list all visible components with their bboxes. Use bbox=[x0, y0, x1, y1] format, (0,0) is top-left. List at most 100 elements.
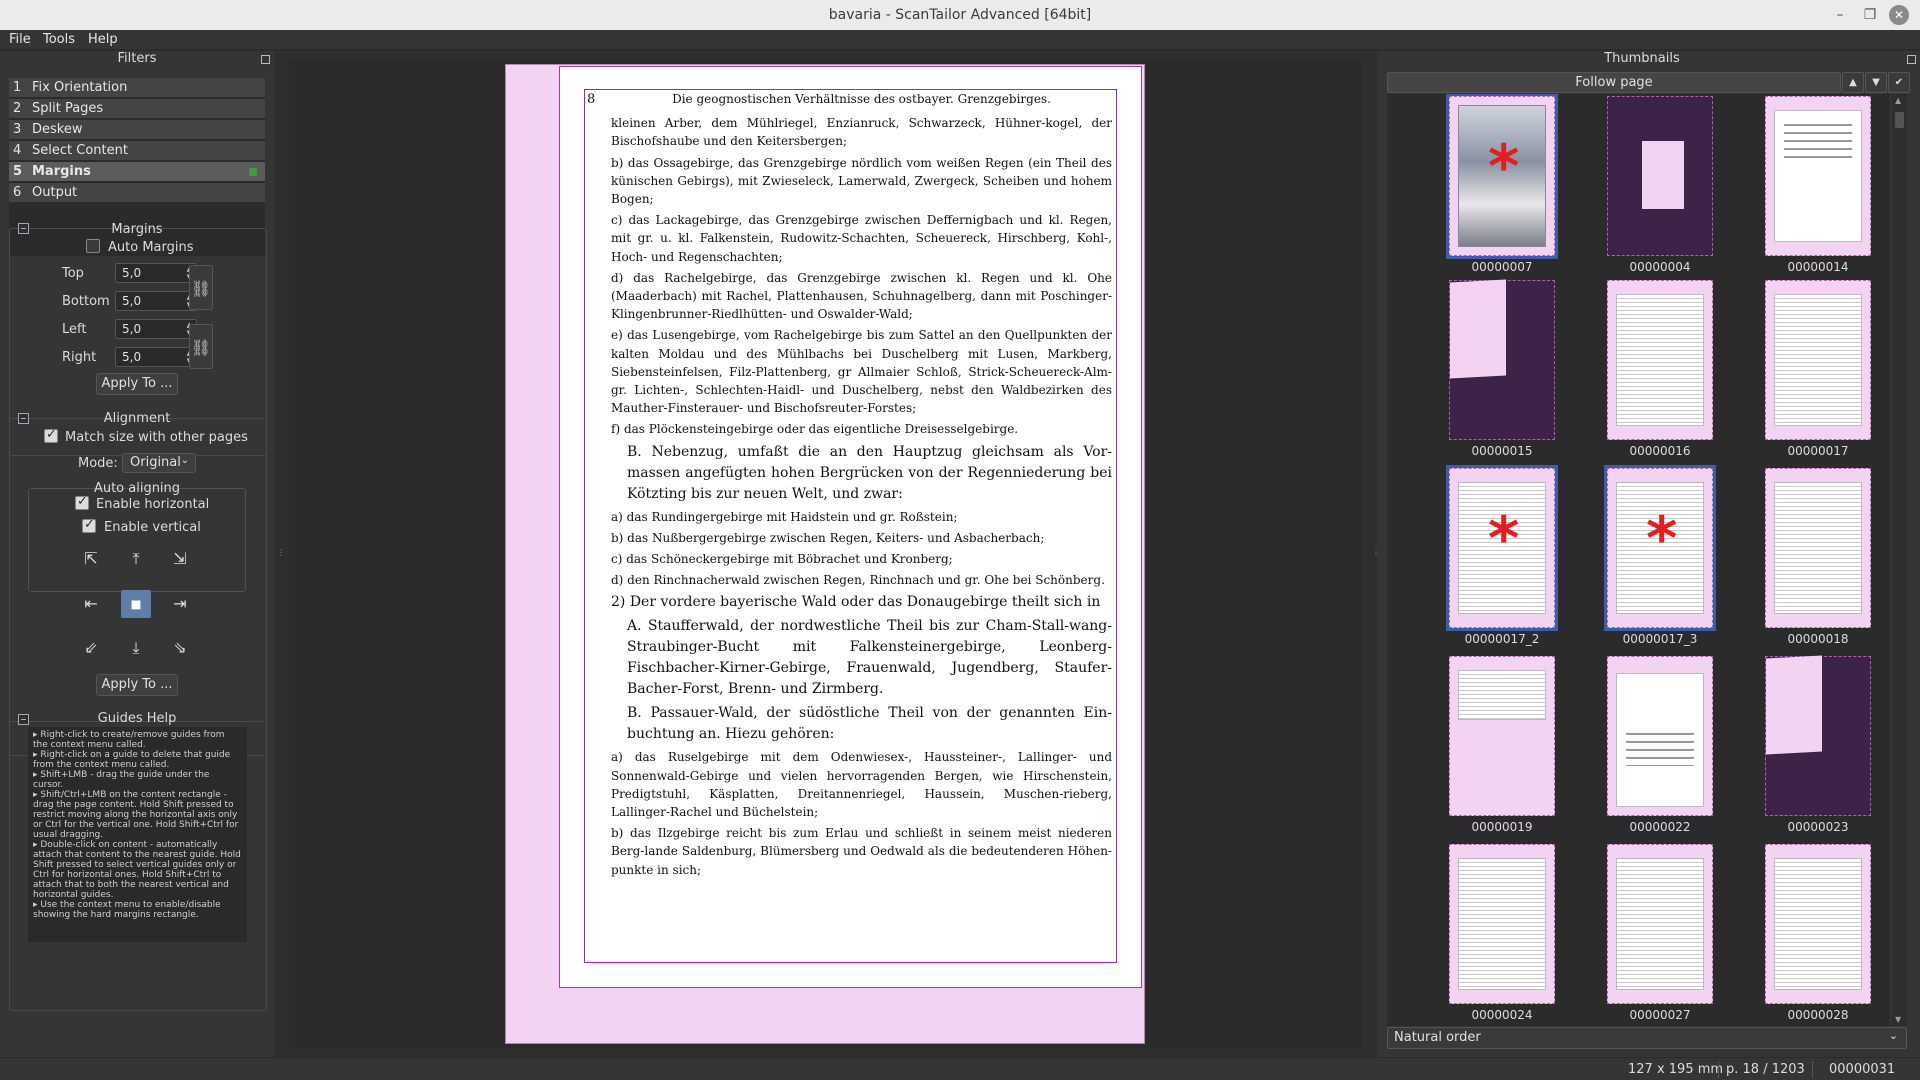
enable-vertical-checkbox[interactable] bbox=[82, 517, 96, 533]
guides-help-title: Guides Help bbox=[97, 711, 177, 726]
thumbnail-image: * bbox=[1604, 465, 1716, 631]
align-top-icon[interactable]: ⤒ bbox=[121, 545, 151, 573]
filter-number: 1 bbox=[13, 80, 22, 95]
link-vertical-margins-icon[interactable]: ⛓ bbox=[189, 265, 213, 310]
menu-help[interactable]: Help bbox=[88, 32, 118, 47]
thumbnail-page-content bbox=[1616, 857, 1704, 991]
thumbnail-scrollbar[interactable]: ▲ ▼ bbox=[1892, 94, 1907, 1026]
thumbnail-label: 00000015 bbox=[1471, 444, 1533, 458]
auto-margins-checkbox[interactable] bbox=[86, 239, 100, 253]
help-item: ▸ Shift/Ctrl+LMB on the content rectangl… bbox=[33, 790, 239, 840]
filter-number: 3 bbox=[13, 122, 22, 137]
thumbnail-page-content bbox=[1774, 109, 1862, 243]
filter-item-output[interactable]: 6 Output bbox=[9, 183, 265, 203]
thumbnail-00000022[interactable]: 00000022 bbox=[1585, 656, 1735, 836]
enable-horizontal-label: Enable horizontal bbox=[96, 497, 210, 512]
thumbnail-page-content bbox=[1616, 672, 1704, 808]
follow-page-button[interactable]: Follow page bbox=[1387, 72, 1841, 93]
thumbnail-image bbox=[1607, 656, 1713, 816]
checkmark-icon[interactable]: ✔ bbox=[1888, 72, 1910, 93]
left-margin-spinbox[interactable]: 5,0 ▲ ▼ bbox=[115, 319, 197, 339]
align-center-icon[interactable]: ◾ bbox=[121, 590, 151, 618]
align-top-left-icon[interactable]: ⇱ bbox=[76, 545, 106, 573]
scroll-down-icon[interactable]: ▼ bbox=[1895, 1015, 1901, 1024]
thumbnail-00000023[interactable]: 00000023 bbox=[1743, 655, 1890, 836]
left-margin-value: 5,0 bbox=[122, 322, 142, 336]
thumbnail-image bbox=[1607, 844, 1713, 1004]
auto-aligning-title: Auto aligning bbox=[93, 481, 181, 496]
match-size-checkbox[interactable] bbox=[44, 427, 58, 443]
enable-horizontal-checkbox[interactable] bbox=[75, 494, 89, 510]
filter-label: Deskew bbox=[32, 122, 83, 137]
align-left-icon[interactable]: ⇤ bbox=[76, 590, 106, 618]
scroll-up-icon[interactable]: ▲ bbox=[1895, 96, 1901, 105]
alignment-apply-button[interactable]: Apply To ... bbox=[96, 674, 178, 696]
bottom-margin-spinbox[interactable]: 5,0 ▲ ▼ bbox=[115, 291, 197, 311]
filter-item-fix-orientation[interactable]: 1 Fix Orientation bbox=[9, 78, 265, 98]
thumbnail-00000014[interactable]: 00000014 bbox=[1743, 96, 1890, 276]
mode-select[interactable]: Original ⌄ bbox=[122, 453, 196, 473]
filter-label: Split Pages bbox=[32, 101, 104, 116]
thumbnail-00000017[interactable]: 00000017 bbox=[1743, 280, 1890, 460]
align-top-right-icon[interactable]: ⇲ bbox=[165, 545, 195, 573]
margins-apply-button[interactable]: Apply To ... bbox=[96, 373, 178, 395]
chevron-down-icon: ⌄ bbox=[1888, 1029, 1898, 1042]
thumbnail-page-shape bbox=[1642, 141, 1684, 209]
thumbnail-00000017_3[interactable]: * 00000017_3 bbox=[1585, 465, 1735, 648]
menu-file[interactable]: File bbox=[9, 32, 31, 47]
thumbnail-image: * bbox=[1446, 465, 1558, 631]
align-bottom-right-icon[interactable]: ⇘ bbox=[165, 634, 195, 662]
next-page-icon[interactable]: ▼ bbox=[1865, 72, 1887, 93]
thumbnail-00000015[interactable]: 00000015 bbox=[1427, 279, 1577, 460]
page-paragraph: c) das Lackagebirge, das Grenzgebirge zw… bbox=[611, 213, 1112, 264]
page-header: Die geognostischen Verhältnisse des ostb… bbox=[672, 92, 1051, 106]
enable-vertical-label: Enable vertical bbox=[104, 520, 201, 535]
align-bottom-icon[interactable]: ⤓ bbox=[121, 634, 151, 662]
thumbnail-page-content bbox=[1458, 857, 1546, 991]
scrollbar-thumb[interactable] bbox=[1895, 112, 1904, 128]
float-panel-icon[interactable] bbox=[1907, 55, 1916, 64]
align-right-icon[interactable]: ⇥ bbox=[165, 590, 195, 618]
needs-review-asterisk-icon: * bbox=[1646, 504, 1678, 574]
sort-order-select[interactable]: Natural order ⌄ bbox=[1387, 1027, 1907, 1049]
maximize-icon[interactable]: ❐ bbox=[1860, 5, 1880, 25]
thumbnail-label: 00000023 bbox=[1787, 820, 1849, 834]
right-splitter-handle[interactable]: ⋮ bbox=[1372, 548, 1380, 557]
left-splitter-handle[interactable]: ⋮ bbox=[277, 548, 285, 557]
thumbnail-00000016[interactable]: 00000016 bbox=[1585, 280, 1735, 460]
filter-number: 6 bbox=[13, 185, 22, 200]
thumbnail-00000017_2[interactable]: * 00000017_2 bbox=[1427, 465, 1577, 648]
link-horizontal-margins-icon[interactable]: ⛓ bbox=[189, 324, 213, 369]
float-panel-icon[interactable] bbox=[261, 55, 270, 64]
status-bar: 127 x 195 mm p. 18 / 1203 00000031 bbox=[0, 1057, 1920, 1080]
right-margin-spinbox[interactable]: 5,0 ▲ ▼ bbox=[115, 347, 197, 367]
mode-label: Mode: bbox=[78, 456, 118, 471]
thumbnail-00000019[interactable]: 00000019 bbox=[1427, 656, 1577, 836]
thumbnail-00000027[interactable]: 00000027 bbox=[1585, 844, 1735, 1024]
page-paragraph: f) das Plöckensteingebirge oder das eige… bbox=[611, 422, 1019, 437]
alignment-title: Alignment bbox=[103, 411, 171, 426]
thumbnail-00000024[interactable]: 00000024 bbox=[1427, 844, 1577, 1024]
close-icon[interactable]: ✕ bbox=[1889, 5, 1909, 25]
filter-item-select-content[interactable]: 4 Select Content bbox=[9, 141, 265, 161]
thumbnail-page-content bbox=[1616, 293, 1704, 427]
prev-page-icon[interactable]: ▲ bbox=[1842, 72, 1864, 93]
page-paragraph: a) das Ruselgebirge mit dem Odenwiesex-,… bbox=[611, 750, 1112, 820]
align-bottom-left-icon[interactable]: ⇙ bbox=[76, 634, 106, 662]
thumbnail-label: 00000017 bbox=[1787, 444, 1849, 458]
top-margin-spinbox[interactable]: 5,0 ▲ ▼ bbox=[115, 263, 197, 283]
thumbnail-00000004[interactable]: 00000004 bbox=[1585, 96, 1735, 276]
thumbnail-00000007[interactable]: * 00000007 bbox=[1427, 94, 1577, 276]
menu-tools[interactable]: Tools bbox=[43, 32, 75, 47]
content-rectangle[interactable]: 8 Die geognostischen Verhältnisse des os… bbox=[584, 89, 1117, 963]
page-paragraph: A. Staufferwald, der nordwestliche Theil… bbox=[627, 618, 1112, 698]
filter-item-deskew[interactable]: 3 Deskew bbox=[9, 120, 265, 140]
thumbnail-00000028[interactable]: 00000028 bbox=[1743, 844, 1890, 1024]
thumbnail-00000018[interactable]: 00000018 bbox=[1743, 468, 1890, 648]
thumbnail-image bbox=[1449, 844, 1555, 1004]
filter-item-split-pages[interactable]: 2 Split Pages bbox=[9, 99, 265, 119]
minimize-icon[interactable]: – bbox=[1830, 5, 1850, 25]
thumbnail-page-content bbox=[1458, 669, 1546, 721]
thumbnail-grid[interactable]: * 00000007 00000004 00000014 00000015 0000001… bbox=[1387, 94, 1890, 1026]
filter-item-margins[interactable]: 5 Margins bbox=[9, 162, 265, 182]
